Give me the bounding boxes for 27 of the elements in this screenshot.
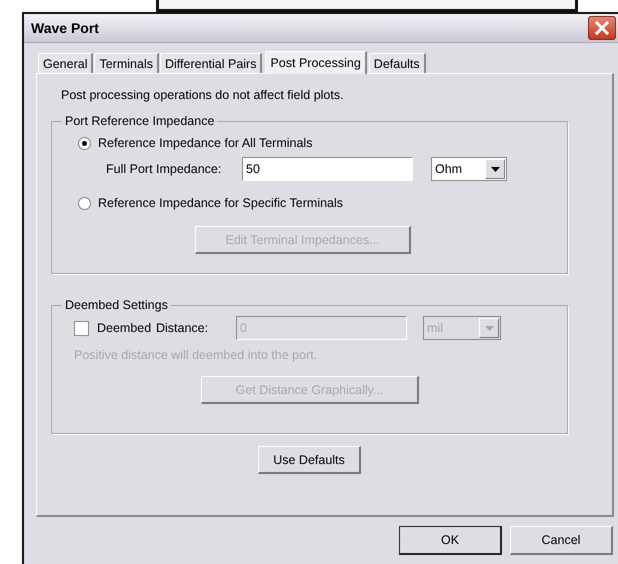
impedance-input[interactable]: 50 <box>242 157 413 181</box>
tab[interactable]: Defaults <box>368 53 426 73</box>
tab[interactable]: Differential Pairs <box>160 53 262 73</box>
caret-icon <box>490 166 500 172</box>
window-title: Wave Port <box>31 20 99 36</box>
radio-button[interactable] <box>78 136 91 150</box>
unit-dropdown[interactable]: Ohm <box>431 157 507 181</box>
group-title: Port Reference Impedance <box>64 114 216 128</box>
hint-text: Positive distance will deembed into the port. <box>74 348 318 364</box>
tab[interactable]: Terminals <box>94 53 159 73</box>
close-icon <box>594 20 610 36</box>
caret-icon <box>484 326 494 330</box>
field-label: Full Port Impedance: <box>106 162 222 176</box>
field-label: Distance: <box>156 321 210 335</box>
dialog-button[interactable]: Cancel <box>510 526 613 555</box>
tab[interactable]: Post Processing <box>265 51 367 74</box>
checkbox-label[interactable]: Deembed <box>97 321 153 335</box>
radio-label[interactable]: Reference Impedance for All Terminals <box>98 136 312 150</box>
close-button[interactable] <box>588 16 616 40</box>
group-title: Deembed Settings <box>64 298 169 312</box>
use-defaults-button[interactable]: Use Defaults <box>258 446 361 474</box>
radio-button[interactable] <box>78 196 91 210</box>
checkbox[interactable] <box>74 320 89 336</box>
info-text: Post processing operations do not affect field plots. <box>61 88 345 104</box>
tab[interactable]: General <box>38 53 94 73</box>
dialog-button[interactable]: OK <box>399 526 502 555</box>
radio-label[interactable]: Reference Impedance for Specific Terminals <box>98 196 344 210</box>
